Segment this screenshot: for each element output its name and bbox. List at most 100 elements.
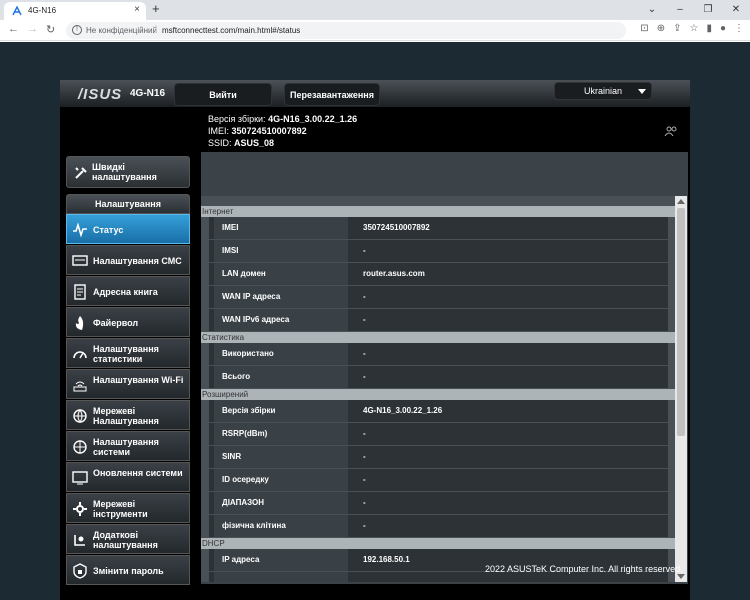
quick-setup-icon xyxy=(75,167,87,179)
tools-gear-icon xyxy=(73,502,87,516)
sms-icon xyxy=(72,255,88,266)
reboot-button[interactable]: Перезавантаження xyxy=(284,83,380,106)
window-controls: ⌄ – ❐ ✕ xyxy=(638,0,750,20)
share-icon[interactable]: ⇪ xyxy=(673,23,681,34)
system-globe-icon xyxy=(73,440,87,454)
ssid-label: SSID: xyxy=(208,138,232,148)
menu-label: Оновлення системи xyxy=(93,468,183,478)
content-scrollbar[interactable] xyxy=(675,196,687,582)
router-panel: /ISUS 4G-N16 Вийти Перезавантаження Ukra… xyxy=(60,80,690,600)
row-key: ДІАПАЗОН xyxy=(214,492,348,514)
menu-network[interactable]: Мережеві Налаштування xyxy=(66,400,190,430)
tab-close-icon[interactable]: × xyxy=(134,4,140,15)
menu-firewall[interactable]: Файервол xyxy=(66,307,190,337)
table-row: Версія збірки 4G-N16_3.00.22_1.26 xyxy=(209,400,668,423)
menu-kebab-icon[interactable]: ⋮ xyxy=(734,23,744,34)
advanced-settings-icon xyxy=(74,535,85,546)
menu-update[interactable]: Оновлення системи xyxy=(66,462,190,492)
minimize-icon[interactable]: – xyxy=(666,0,694,20)
address-bar: ← → ↻ ! Не конфіденційний | msftconnectt… xyxy=(0,20,750,41)
section-internet-title: Інтернет xyxy=(201,206,675,217)
menu-password[interactable]: Змінити пароль xyxy=(66,555,190,585)
menu-label: Адресна книга xyxy=(93,287,158,297)
forward-icon[interactable]: → xyxy=(27,23,38,35)
row-value: 192.168.50.1 xyxy=(363,555,410,564)
row-key: фізична клітина xyxy=(214,515,348,537)
table-row: ID осередку - xyxy=(209,469,668,492)
language-select[interactable]: Ukrainian xyxy=(554,82,652,100)
menu-status[interactable]: Статус xyxy=(66,214,190,244)
menu-sms[interactable]: Налаштування СМС xyxy=(66,245,190,275)
row-value: - xyxy=(363,429,366,438)
table-row: WAN IPv6 адреса - xyxy=(209,309,668,332)
url-field[interactable]: ! Не конфіденційний | msftconnecttest.co… xyxy=(66,22,626,39)
row-value: 350724510007892 xyxy=(363,223,430,232)
browser-tab[interactable]: 4G-N16 × xyxy=(4,2,146,20)
tab-search-icon[interactable]: ⌄ xyxy=(638,0,666,20)
users-icon[interactable] xyxy=(664,126,678,136)
row-value: - xyxy=(363,372,366,381)
imei-label: IMEI: xyxy=(208,126,230,136)
table-row: LAN домен router.asus.com xyxy=(209,263,668,286)
menu-wifi[interactable]: Налаштування Wi-Fi xyxy=(66,369,190,399)
asus-favicon-icon xyxy=(12,6,22,16)
update-monitor-icon xyxy=(72,471,88,485)
table-row: Всього - xyxy=(209,366,668,389)
row-key: IMEI xyxy=(214,217,348,239)
side-panel-icon[interactable]: ▮ xyxy=(706,23,712,34)
table-row: WAN IP адреса - xyxy=(209,286,668,309)
menu-address-book[interactable]: Адресна книга xyxy=(66,276,190,306)
row-key xyxy=(214,572,348,582)
maximize-icon[interactable]: ❐ xyxy=(694,0,722,20)
settings-header: Налаштування xyxy=(66,194,190,214)
menu-label: Статус xyxy=(93,225,124,235)
back-icon[interactable]: ← xyxy=(8,23,19,35)
statistics-gauge-icon xyxy=(73,351,87,359)
menu-label: Налаштування СМС xyxy=(93,256,182,266)
bookmark-star-icon[interactable]: ☆ xyxy=(689,23,698,34)
row-key: LAN домен xyxy=(214,263,348,285)
menu-label: Файервол xyxy=(93,318,139,328)
table-row: IMEI 350724510007892 xyxy=(209,217,668,240)
row-value: - xyxy=(363,521,366,530)
model-name: 4G-N16 xyxy=(130,88,166,99)
imei-value: 350724510007892 xyxy=(231,126,307,136)
row-value: - xyxy=(363,475,366,484)
zoom-icon[interactable]: ⊕ xyxy=(657,23,665,34)
translate-icon[interactable]: ⊡ xyxy=(640,23,648,34)
menu-tools[interactable]: Мережеві інструменти xyxy=(66,493,190,523)
firmware-value: 4G-N16_3.00.22_1.26 xyxy=(268,114,358,124)
row-value: 4G-N16_3.00.22_1.26 xyxy=(363,406,443,415)
quick-setup-button[interactable]: Швидкі налаштування xyxy=(66,156,190,188)
section-dhcp-title: DHCP xyxy=(201,538,675,549)
table-row: IMSI - xyxy=(209,240,668,263)
asus-logo: /ISUS xyxy=(78,86,123,103)
status-content: Інтернет IMEI 350724510007892 IMSI - LAN д… xyxy=(201,196,675,582)
row-value: - xyxy=(363,292,366,301)
row-value: - xyxy=(363,498,366,507)
profile-icon[interactable]: ● xyxy=(720,23,726,34)
menu-label: Налаштування системи xyxy=(93,437,159,457)
new-tab-icon[interactable]: + xyxy=(152,1,160,16)
browser-toolbar: ⊡ ⊕ ⇪ ☆ ▮ ● ⋮ xyxy=(640,23,744,34)
menu-label: Мережеві Налаштування xyxy=(93,406,159,426)
section-stats-title: Статистика xyxy=(201,332,675,343)
not-secure-icon[interactable]: ! xyxy=(72,25,82,35)
row-value: router.asus.com xyxy=(363,269,425,278)
close-window-icon[interactable]: ✕ xyxy=(722,0,750,20)
logout-button[interactable]: Вийти xyxy=(174,83,272,106)
row-value: - xyxy=(363,246,366,255)
table-row: ДІАПАЗОН - xyxy=(209,492,668,515)
url-separator: | xyxy=(155,24,158,33)
menu-statistics[interactable]: Налаштування статистики xyxy=(66,338,190,368)
row-key: RSRP(dBm) xyxy=(214,423,348,445)
scroll-up-icon[interactable] xyxy=(677,199,685,204)
scroll-thumb[interactable] xyxy=(677,208,685,436)
reload-icon[interactable]: ↻ xyxy=(46,23,55,36)
scroll-down-icon[interactable] xyxy=(677,574,685,579)
table-row: Використано - xyxy=(209,343,668,366)
not-secure-label: Не конфіденційний xyxy=(86,26,157,35)
menu-advanced[interactable]: Додаткові налаштування xyxy=(66,524,190,554)
menu-system[interactable]: Налаштування системи xyxy=(66,431,190,461)
firmware-label: Версія збірки: xyxy=(208,114,266,124)
